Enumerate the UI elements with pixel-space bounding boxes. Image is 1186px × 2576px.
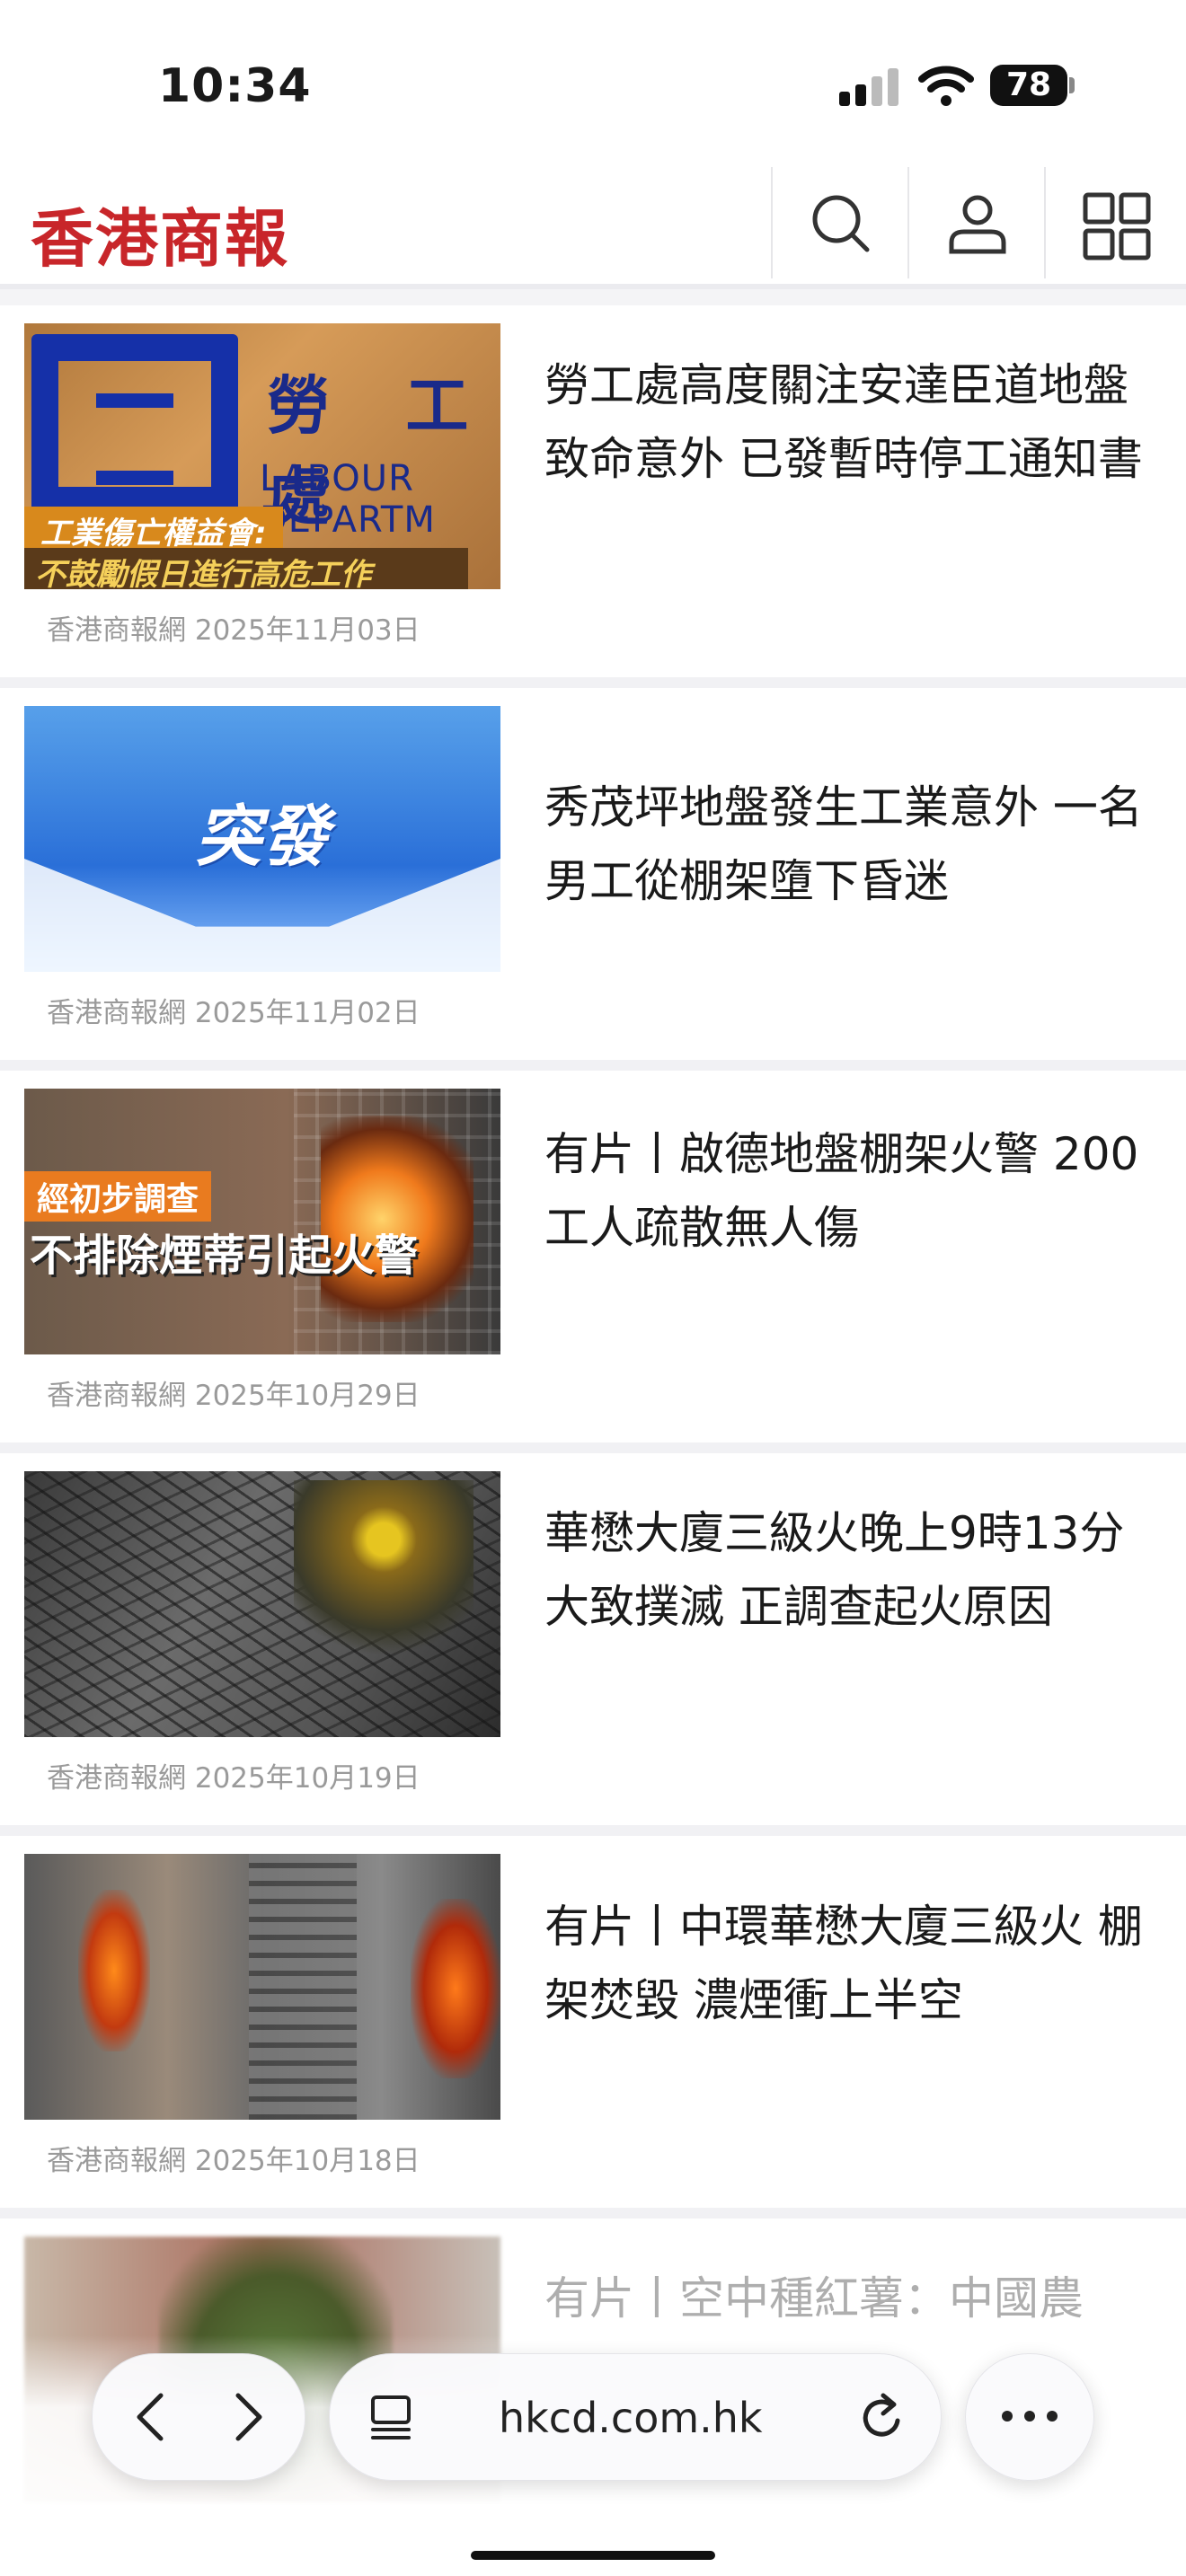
list-item[interactable]: 有片丨中環華懋大廈三級火 棚架焚毀 濃煙衝上半空 香港商報網 2025年10月1… — [0, 1836, 1186, 2208]
account-button[interactable] — [907, 167, 1044, 278]
article-title[interactable]: 有片丨啟德地盤棚架火警 200工人疏散無人傷 — [544, 1117, 1164, 1265]
divider — [0, 2208, 1186, 2219]
article-source-date: 香港商報網 2025年11月02日 — [47, 997, 420, 1029]
battery-indicator: 78 — [990, 65, 1067, 106]
article-title[interactable]: 有片丨空中種紅薯：中國農 — [544, 2262, 1164, 2335]
thumb-breaking-badge: 突發 — [195, 798, 328, 876]
article-source-date: 香港商報網 2025年11月03日 — [47, 614, 420, 647]
forward-icon[interactable] — [218, 2390, 272, 2444]
article-source-date: 香港商報網 2025年10月19日 — [47, 1762, 420, 1795]
user-icon — [949, 195, 1006, 254]
article-title[interactable]: 秀茂坪地盤發生工業意外 一名男工從棚架墮下昏迷 — [544, 771, 1164, 918]
fire-image — [321, 1116, 474, 1322]
reload-icon[interactable] — [856, 2390, 908, 2444]
article-thumbnail[interactable] — [24, 1471, 500, 1737]
grid-icon — [1083, 192, 1151, 260]
article-thumbnail[interactable]: 突發 — [24, 706, 500, 972]
thumb-caption-bottom: 不鼓勵假日進行高危工作 — [24, 548, 468, 589]
list-item[interactable]: 勞 工 處 LABOUR DEPARTM 工業傷亡權益會: 不鼓勵假日進行高危工… — [0, 305, 1186, 677]
battery-tip — [1069, 77, 1075, 93]
list-item[interactable]: 華懋大廈三級火晚上9時13分大致撲滅 正調查起火原因 香港商報網 2025年10… — [0, 1453, 1186, 1825]
article-source-date: 香港商報網 2025年10月29日 — [47, 1380, 420, 1412]
address-bar[interactable]: hkcd.com.hk — [329, 2353, 942, 2481]
thumb-sign-text-en: LABOUR DEPARTM — [260, 458, 436, 541]
article-thumbnail[interactable]: 經初步調查 不排除煙蒂引起火警 — [24, 1089, 500, 1354]
wifi-icon — [918, 66, 974, 106]
article-title[interactable]: 勞工處高度關注安達臣道地盤致命意外 已發暫時停工通知書 — [544, 348, 1164, 496]
thumb-caption-top: 經初步調查 — [24, 1171, 212, 1222]
browser-nav-group — [92, 2353, 305, 2481]
article-title[interactable]: 有片丨中環華懋大廈三級火 棚架焚毀 濃煙衝上半空 — [544, 1890, 1164, 2037]
site-logo[interactable]: 香港商報 — [31, 189, 289, 279]
article-thumbnail[interactable]: 勞 工 處 LABOUR DEPARTM 工業傷亡權益會: 不鼓勵假日進行高危工… — [24, 323, 500, 589]
url-text[interactable]: hkcd.com.hk — [499, 2394, 763, 2442]
list-item[interactable]: 經初步調查 不排除煙蒂引起火警 有片丨啟德地盤棚架火警 200工人疏散無人傷 香… — [0, 1071, 1186, 1442]
article-source-date: 香港商報網 2025年10月18日 — [47, 2145, 420, 2177]
search-button[interactable] — [771, 167, 907, 278]
more-options-button[interactable] — [965, 2353, 1094, 2481]
home-indicator — [471, 2551, 715, 2560]
menu-grid-button[interactable] — [1044, 167, 1186, 278]
labour-department-emblem — [31, 334, 238, 514]
more-icon — [1002, 2411, 1058, 2422]
article-title[interactable]: 華懋大廈三級火晚上9時13分大致撲滅 正調查起火原因 — [544, 1496, 1164, 1644]
divider — [0, 1442, 1186, 1453]
page-menu-icon[interactable] — [367, 2392, 418, 2442]
article-thumbnail[interactable] — [24, 1854, 500, 2120]
status-time: 10:34 — [158, 59, 312, 113]
cellular-signal-icon — [839, 68, 898, 106]
firefighters-image — [294, 1480, 474, 1678]
search-icon — [812, 195, 870, 252]
back-icon[interactable] — [127, 2390, 181, 2444]
divider — [0, 1060, 1186, 1071]
divider — [0, 677, 1186, 688]
divider — [0, 1825, 1186, 1836]
list-item[interactable]: 突發 秀茂坪地盤發生工業意外 一名男工從棚架墮下昏迷 香港商報網 2025年11… — [0, 688, 1186, 1060]
status-bar: 10:34 78 — [0, 0, 1186, 162]
site-header: 香港商報 — [0, 162, 1186, 289]
thumb-caption-bottom: 不排除煙蒂引起火警 — [30, 1231, 419, 1281]
